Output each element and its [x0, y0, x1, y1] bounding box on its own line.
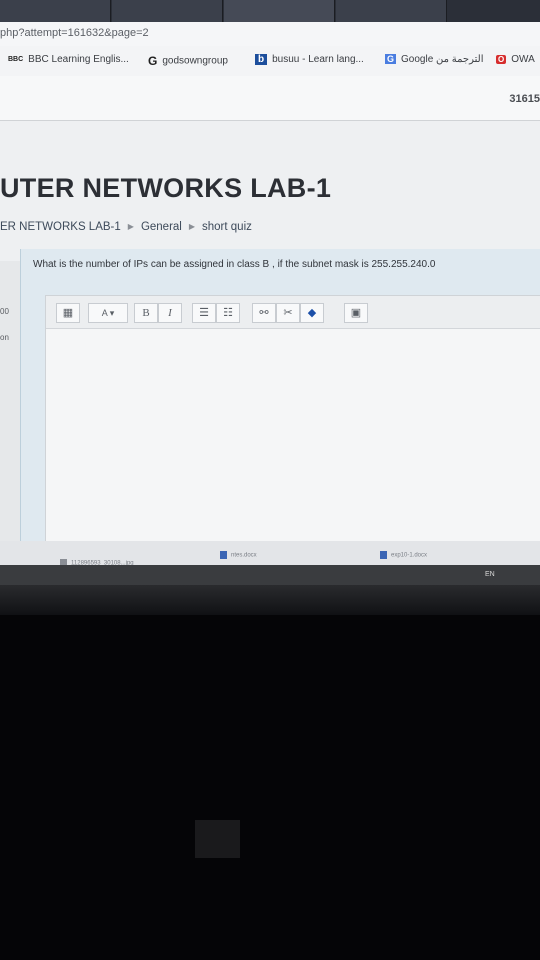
- address-bar[interactable]: php?attempt=161632&page=2: [0, 22, 540, 47]
- bookmark-label: BBC Learning Englis...: [28, 54, 129, 65]
- url-text[interactable]: php?attempt=161632&page=2: [0, 27, 149, 39]
- breadcrumb-quiz[interactable]: short quiz: [202, 221, 252, 233]
- bookmark-google-translate[interactable]: G Google الترجمة من: [385, 54, 483, 65]
- header-number: 31615: [509, 93, 540, 105]
- google-g-icon: G: [148, 54, 158, 68]
- bbc-logo-icon: BBC: [8, 55, 24, 63]
- quiz-info-strip: 00 on: [0, 261, 20, 561]
- breadcrumb-arrow-icon: ▶: [188, 222, 196, 232]
- font-size-dropdown[interactable]: A ▾: [88, 303, 128, 323]
- image-icon[interactable]: ▣: [344, 303, 368, 323]
- keyboard-reflection: [195, 820, 240, 858]
- bookmark-label: Google الترجمة من: [401, 54, 484, 65]
- numbered-list-icon[interactable]: ☷: [216, 303, 240, 323]
- bookmark-owa[interactable]: O OWA: [496, 54, 535, 65]
- system-taskbar: EN: [0, 565, 540, 585]
- download-label: exp10-1.docx: [391, 552, 428, 559]
- answer-textarea[interactable]: [46, 329, 540, 544]
- owa-icon: O: [496, 54, 507, 64]
- word-file-icon: [380, 551, 387, 559]
- language-indicator[interactable]: EN: [485, 571, 495, 578]
- site-header: 31615: [0, 76, 540, 121]
- editor-toolbar: ▦ A ▾ B I ☰ ☷ ⚯ ✂ ◆ ▣: [46, 296, 540, 329]
- breadcrumb-course[interactable]: ER NETWORKS LAB-1: [0, 221, 121, 233]
- info-fragment: on: [0, 333, 9, 342]
- toolbar-toggle-icon[interactable]: ▦: [56, 303, 80, 323]
- browser-tab[interactable]: [112, 0, 223, 22]
- download-item[interactable]: exp10-1.docx: [380, 551, 427, 559]
- browser-tab[interactable]: [336, 0, 447, 22]
- answer-editor: ▦ A ▾ B I ☰ ☷ ⚯ ✂ ◆ ▣: [45, 295, 540, 547]
- font-size-label: A: [101, 308, 108, 318]
- page-content: UTER NETWORKS LAB-1 ER NETWORKS LAB-1 ▶ Ge…: [0, 121, 540, 581]
- bookmark-bbc[interactable]: BBC BBC Learning Englis...: [8, 54, 129, 65]
- translate-icon: G: [385, 54, 397, 65]
- busuu-icon: b: [255, 54, 268, 65]
- bullet-list-icon[interactable]: ☰: [192, 303, 216, 323]
- bookmark-label: OWA: [511, 54, 535, 65]
- course-title: UTER NETWORKS LAB-1: [0, 173, 332, 203]
- link-icon[interactable]: ⚯: [252, 303, 276, 323]
- word-file-icon: [220, 551, 227, 559]
- bookmark-godsowngroup[interactable]: Ggodsowngroup: [148, 54, 228, 68]
- browser-tab[interactable]: [0, 0, 111, 22]
- monitor-bezel: [0, 585, 540, 615]
- bookmark-label: busuu - Learn lang...: [272, 54, 364, 66]
- question-text: What is the number of IPs can be assigne…: [33, 259, 436, 270]
- download-item[interactable]: ntes.docx: [220, 551, 257, 559]
- breadcrumb-general[interactable]: General: [141, 221, 182, 233]
- browser-tab[interactable]: [224, 0, 335, 22]
- unlink-icon[interactable]: ✂: [276, 303, 300, 323]
- bookmarks-bar: BBC BBC Learning Englis... Ggodsowngroup …: [0, 46, 540, 77]
- download-label: ntes.docx: [231, 552, 257, 559]
- bold-button[interactable]: B: [134, 303, 158, 323]
- italic-button[interactable]: I: [158, 303, 182, 323]
- keyboard-dark-area: [0, 615, 540, 960]
- breadcrumb-arrow-icon: ▶: [127, 222, 134, 232]
- media-icon[interactable]: ◆: [300, 303, 324, 323]
- question-panel: What is the number of IPs can be assigne…: [20, 249, 540, 549]
- breadcrumb: ER NETWORKS LAB-1 ▶ General ▶ short quiz: [0, 221, 252, 233]
- monitor-screen: php?attempt=161632&page=2 BBC BBC Learnin…: [0, 0, 540, 600]
- browser-tab-strip: [0, 0, 540, 22]
- bookmark-busuu[interactable]: b busuu - Learn lang...: [255, 54, 364, 65]
- info-fragment: 00: [0, 307, 9, 316]
- bookmark-label: godsowngroup: [162, 55, 228, 67]
